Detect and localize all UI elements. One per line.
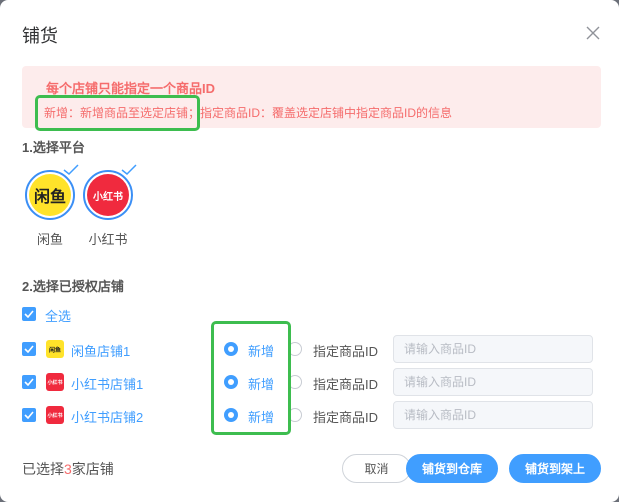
xianyu-shop-icon: 闲鱼 — [46, 340, 64, 358]
platform-xiaohongshu[interactable]: 小红书 小红书 — [83, 164, 137, 248]
alert-description: 新增：新增商品至选定店铺；指定商品ID：覆盖选定店铺中指定商品ID的信息 — [44, 104, 452, 121]
checkmark-icon — [24, 378, 34, 386]
radio-specify-id-label[interactable]: 指定商品ID — [313, 374, 378, 393]
platform-xiaohongshu-logo-ring: 小红书 — [83, 170, 133, 220]
selected-prefix: 已选择 — [22, 461, 64, 477]
radio-new[interactable] — [224, 342, 238, 356]
xiaohongshu-logo-icon: 小红书 — [87, 174, 129, 216]
xiaohongshu-shop-icon: 小红书 — [46, 373, 64, 391]
distribute-dialog: 铺货 每个店铺只能指定一个商品ID 新增：新增商品至选定店铺；指定商品ID：覆盖… — [0, 0, 619, 502]
radio-new-label[interactable]: 新增 — [248, 341, 274, 360]
checkmark-icon — [24, 310, 34, 318]
radio-specify-id-label[interactable]: 指定商品ID — [313, 341, 378, 360]
platform-xianyu[interactable]: 闲鱼 闲鱼 — [25, 164, 79, 248]
platform-section-title: 1.选择平台 — [22, 140, 85, 155]
radio-specify-id-label[interactable]: 指定商品ID — [313, 407, 378, 426]
selected-suffix: 家店铺 — [71, 461, 114, 477]
select-all-checkbox[interactable] — [22, 307, 36, 321]
product-id-input[interactable] — [393, 368, 593, 396]
distribute-to-warehouse-button[interactable]: 铺货到仓库 — [406, 454, 498, 483]
shop-name[interactable]: 小红书店铺2 — [71, 407, 143, 426]
alert-desc-specify: 指定商品ID：覆盖选定店铺中指定商品ID的信息 — [200, 106, 453, 120]
radio-specify-id[interactable] — [288, 375, 302, 389]
radio-new[interactable] — [224, 375, 238, 389]
check-icon — [63, 164, 79, 176]
radio-specify-id[interactable] — [288, 342, 302, 356]
alert-title: 每个店铺只能指定一个商品ID — [46, 81, 216, 96]
shop-checkbox[interactable] — [22, 408, 36, 422]
radio-new-label[interactable]: 新增 — [248, 374, 274, 393]
product-id-input[interactable] — [393, 401, 593, 429]
radio-specify-id[interactable] — [288, 408, 302, 422]
shop-name[interactable]: 小红书店铺1 — [71, 374, 143, 393]
radio-new[interactable] — [224, 408, 238, 422]
selected-count: 3 — [64, 461, 72, 477]
checkmark-icon — [24, 345, 34, 353]
shop-name[interactable]: 闲鱼店铺1 — [71, 341, 130, 360]
xiaohongshu-shop-icon: 小红书 — [46, 406, 64, 424]
radio-new-label[interactable]: 新增 — [248, 407, 274, 426]
product-id-input[interactable] — [393, 335, 593, 363]
info-alert: 每个店铺只能指定一个商品ID 新增：新增商品至选定店铺；指定商品ID：覆盖选定店… — [22, 66, 601, 128]
alert-desc-new: 新增：新增商品至选定店铺； — [44, 106, 201, 120]
shop-section-title: 2.选择已授权店铺 — [22, 279, 124, 294]
distribute-to-shelf-button[interactable]: 铺货到架上 — [509, 454, 601, 483]
platform-name: 闲鱼 — [36, 232, 63, 247]
close-icon[interactable] — [584, 24, 602, 42]
shop-checkbox[interactable] — [22, 342, 36, 356]
cancel-button[interactable]: 取消 — [342, 454, 411, 483]
select-all-label[interactable]: 全选 — [45, 306, 71, 325]
selected-count-text: 已选择3家店铺 — [22, 459, 114, 479]
xianyu-logo-icon: 闲鱼 — [29, 174, 71, 216]
checkmark-icon — [24, 411, 34, 419]
shop-checkbox[interactable] — [22, 375, 36, 389]
platform-xianyu-logo-ring: 闲鱼 — [25, 170, 75, 220]
platform-name: 小红书 — [88, 232, 128, 247]
dialog-title: 铺货 — [22, 26, 58, 46]
check-icon — [121, 164, 137, 176]
